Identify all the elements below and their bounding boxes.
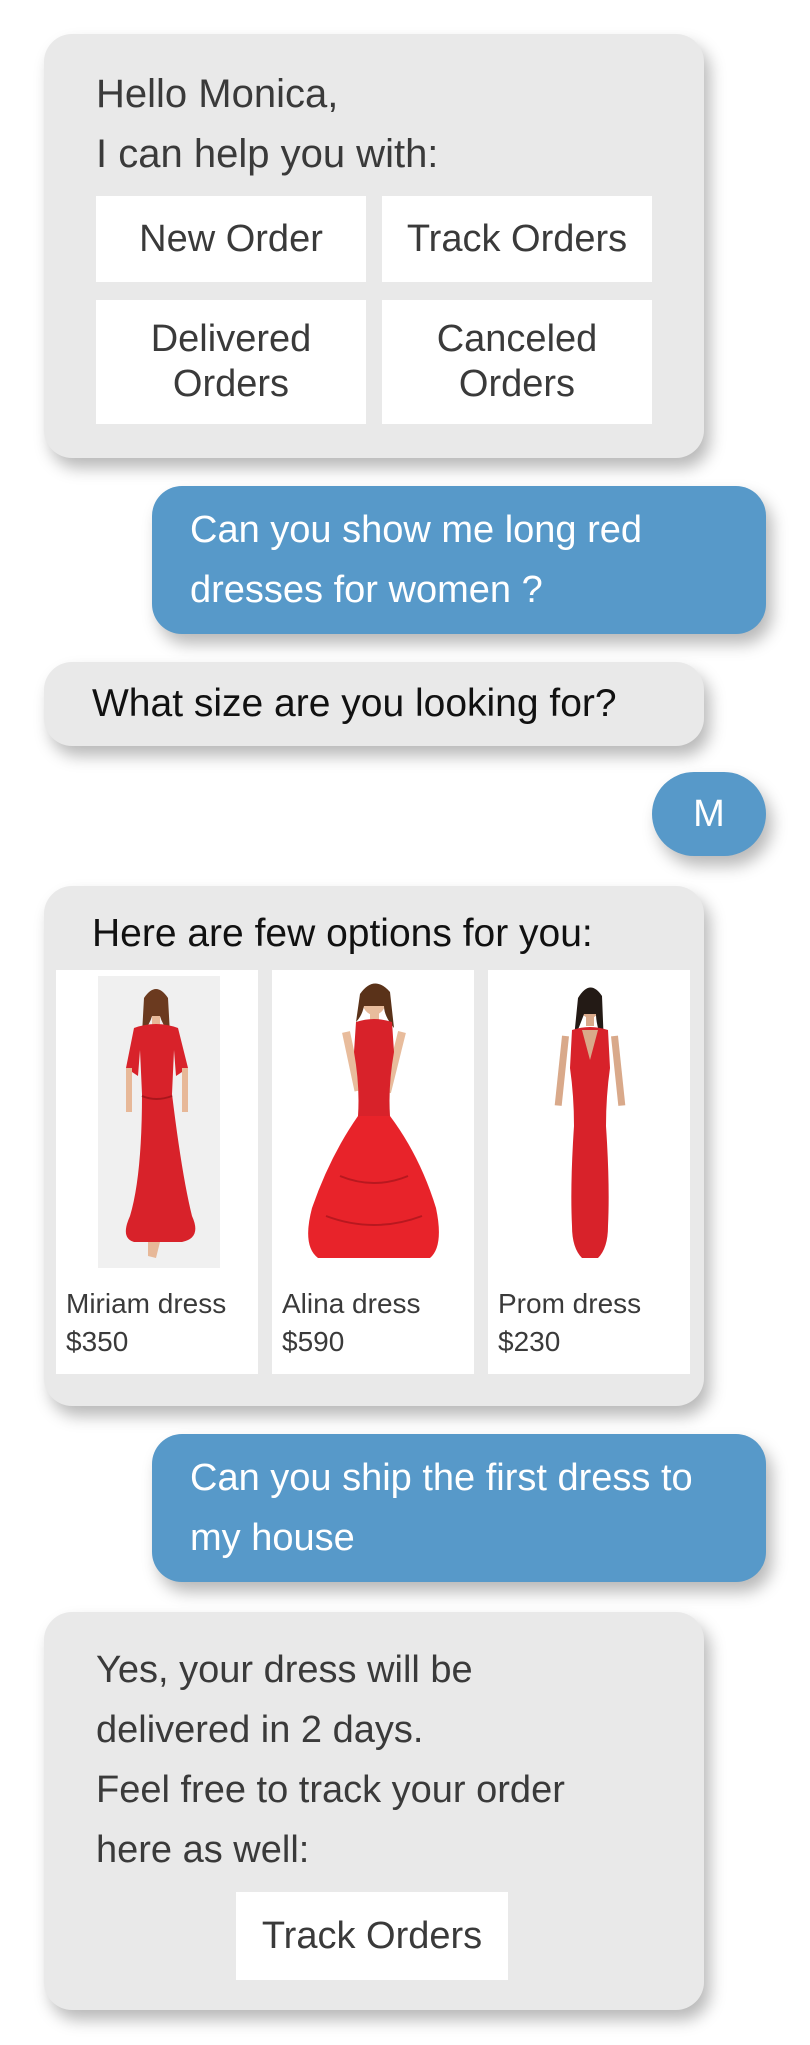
product-name: Alina dress [282,1288,421,1319]
size-question-text: What size are you looking for? [92,682,617,725]
greeting-line-2: I can help you with: [96,132,439,176]
delivered-label-1: Delivered [150,318,312,360]
track-orders-button[interactable]: Track Orders [382,196,652,282]
user-message-line-1: Can you show me long red [190,509,643,551]
user-message-dress-request: Can you show me long red dresses for wom… [152,486,766,634]
product-card-alina[interactable]: Alina dress $590 [272,970,474,1374]
canceled-label-2: Orders [458,363,576,405]
confirmation-line-2: delivered in 2 days. [96,1709,424,1751]
user-message-shipping: Can you ship the first dress to my house [152,1434,766,1582]
size-reply-text: M [693,792,725,835]
user-size-reply: M [652,772,766,856]
user-message-line-1: Can you ship the first dress to [190,1457,693,1499]
delivered-orders-button[interactable]: Delivered Orders [96,300,366,424]
confirmation-line-1: Yes, your dress will be [96,1649,473,1691]
confirmation-text: Yes, your dress will be delivered in 2 d… [96,1640,656,1880]
canceled-label-1: Canceled [436,318,598,360]
user-message-line-2: my house [190,1517,355,1559]
product-price: $590 [282,1326,345,1357]
delivered-label-2: Orders [172,363,290,405]
user-message-text: Can you show me long red dresses for wom… [190,500,730,620]
dress-image-miriam [98,976,220,1268]
product-card-prom[interactable]: Prom dress $230 [488,970,690,1374]
bot-product-options: Here are few options for you: Miriam dre… [44,886,704,1406]
product-card-miriam[interactable]: Miriam dress $350 [56,970,258,1374]
user-message-text: Can you ship the first dress to my house [190,1448,750,1568]
chat-conversation: Hello Monica, I can help you with: New O… [0,0,810,2045]
user-message-line-2: dresses for women ? [190,569,543,611]
confirmation-line-3: Feel free to track your order [96,1769,565,1811]
product-price: $350 [66,1326,129,1357]
new-order-button[interactable]: New Order [96,196,366,282]
bot-size-question: What size are you looking for? [44,662,704,746]
track-orders-button[interactable]: Track Orders [236,1892,508,1980]
greeting-text: Hello Monica, I can help you with: [96,64,438,184]
bot-greeting-message: Hello Monica, I can help you with: New O… [44,34,704,458]
dress-image-prom [554,987,626,1258]
dress-image-alina [308,983,439,1258]
product-price: $230 [498,1326,561,1357]
canceled-orders-button[interactable]: Canceled Orders [382,300,652,424]
product-name: Prom dress [498,1288,642,1319]
product-name: Miriam dress [66,1288,227,1319]
bot-delivery-confirmation: Yes, your dress will be delivered in 2 d… [44,1612,704,2010]
greeting-line-1: Hello Monica, [96,72,339,116]
confirmation-line-4: here as well: [96,1829,310,1871]
product-options-title: Here are few options for you: [92,912,593,955]
